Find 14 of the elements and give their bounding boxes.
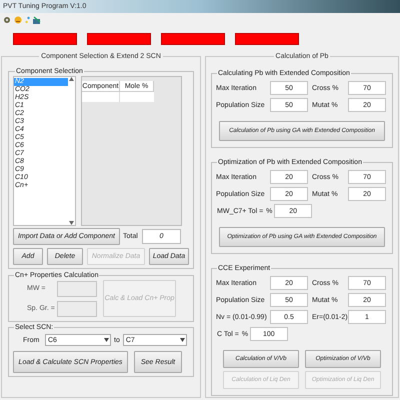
toolbar-button[interactable] [87,33,151,45]
toolbar-button[interactable] [161,33,225,45]
toolbar-button[interactable] [235,33,299,45]
dropdown-arrow-icon[interactable] [104,338,109,342]
toolbar-button[interactable] [13,33,77,45]
scroll-down-icon[interactable] [69,221,74,225]
scroll-up-icon[interactable] [69,77,74,81]
chart-icon[interactable] [33,16,41,24]
smiley-icon[interactable] [14,16,22,24]
gear-icon[interactable] [3,16,11,24]
dropdown-arrow-icon[interactable] [180,338,185,342]
scrollbar[interactable] [68,77,75,225]
table-cell [120,92,154,102]
dots-icon[interactable] [25,16,30,24]
